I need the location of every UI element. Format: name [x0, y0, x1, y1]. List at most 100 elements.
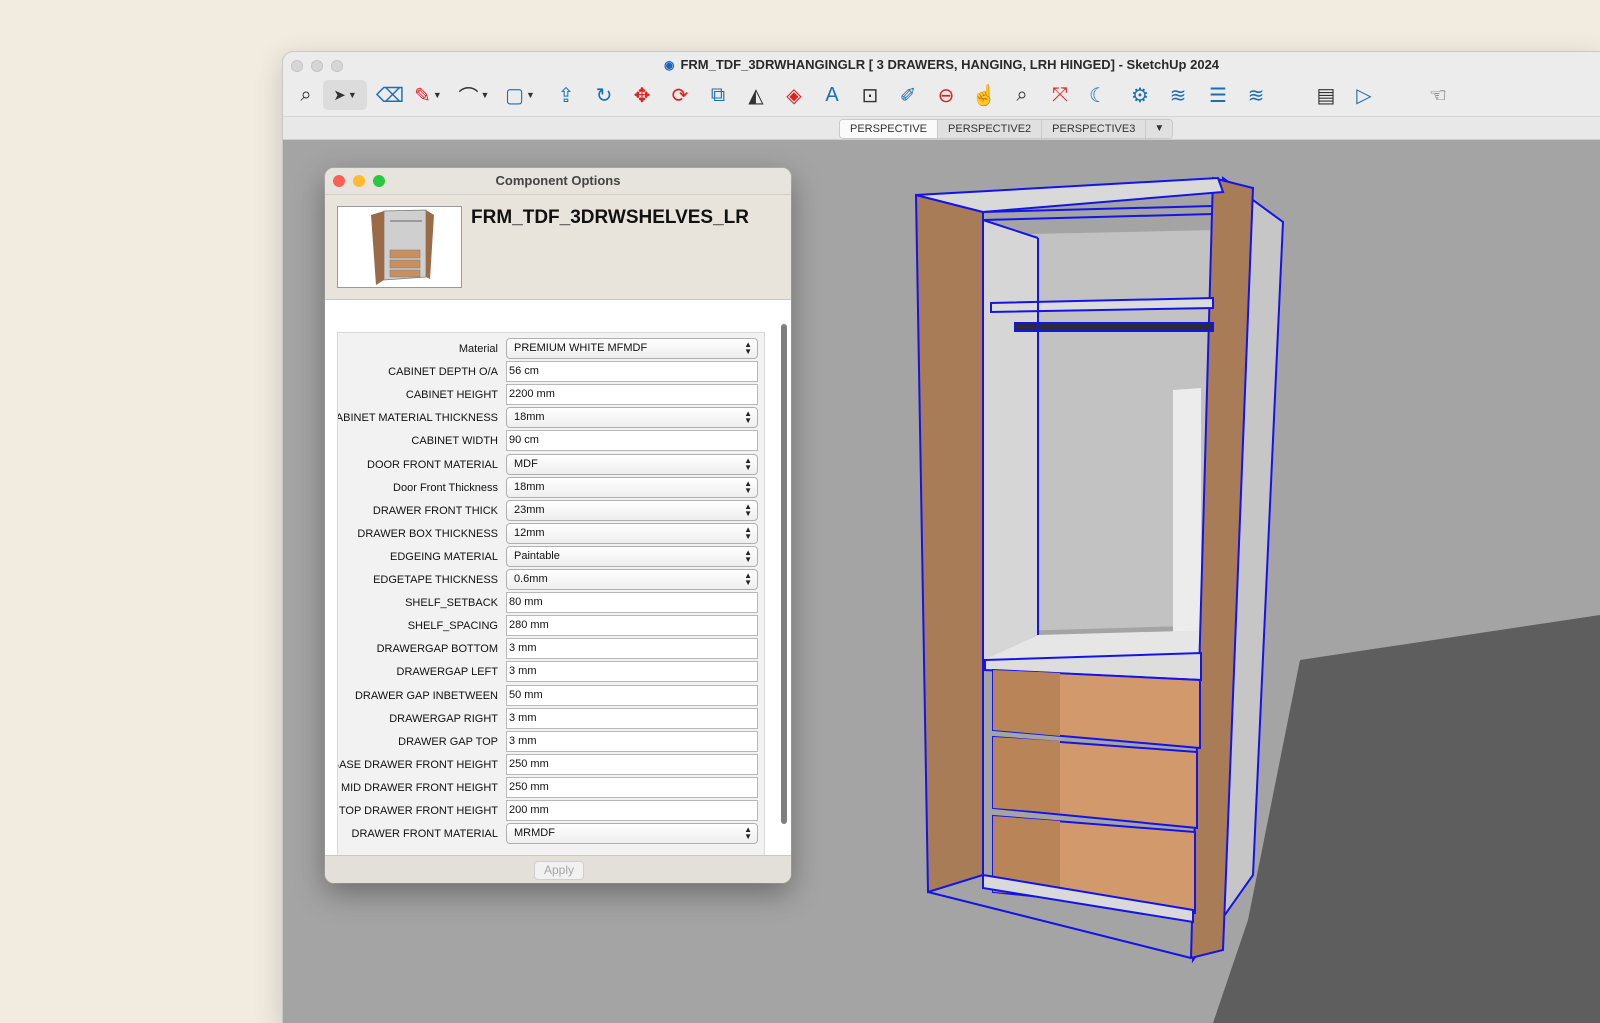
- option-row: BASE DRAWER FRONT HEIGHT 250 mm: [338, 753, 764, 776]
- option-select-value: 18mm: [514, 411, 545, 424]
- section-plane-icon[interactable]: ⊖: [931, 80, 961, 110]
- option-input[interactable]: 56 cm: [506, 361, 758, 383]
- option-label: SHELF_SETBACK: [405, 597, 498, 610]
- zoom-extents-icon[interactable]: ⤧: [1045, 80, 1075, 110]
- tab-perspective3[interactable]: PERSPECTIVE3: [1042, 120, 1147, 138]
- pencil-line-icon[interactable]: ✎ ▼: [413, 80, 443, 110]
- arc-icon[interactable]: ⌒ ▼: [459, 80, 490, 110]
- option-label: EDGETAPE THICKNESS: [373, 574, 498, 586]
- option-row: EDGEING MATERIAL Paintable ▲ ▼: [338, 545, 764, 568]
- dimension-icon[interactable]: ⊡: [855, 80, 885, 110]
- option-label: EDGEING MATERIAL: [390, 550, 498, 563]
- select-tool-button[interactable]: ➤ ▼: [323, 80, 367, 110]
- select-arrow-icon: ➤: [333, 87, 346, 104]
- updown-arrows-icon: ▲ ▼: [744, 409, 752, 426]
- scene-tabs-more-button[interactable]: ▼: [1146, 120, 1172, 138]
- option-input[interactable]: 280 mm: [506, 615, 758, 637]
- option-select[interactable]: 18mm ▲ ▼: [506, 476, 758, 498]
- eraser-icon[interactable]: ⌫: [375, 80, 405, 110]
- solid-tools-icon[interactable]: ≋: [1163, 80, 1193, 110]
- window-title-wrap: ◉ FRM_TDF_3DRWHANGINGLR [ 3 DRAWERS, HANG…: [283, 57, 1600, 72]
- option-select[interactable]: 18mm ▲ ▼: [506, 407, 758, 429]
- updown-arrows-icon: ▲ ▼: [744, 547, 752, 564]
- option-row: CABINET MATERIAL THICKNESS 18mm ▲ ▼: [338, 406, 764, 429]
- chevron-down-icon: ▼: [432, 90, 442, 100]
- panel-icon[interactable]: ▤: [1311, 80, 1341, 110]
- option-row: Door Front Thickness 18mm ▲ ▼: [338, 476, 764, 499]
- option-row: EDGETAPE THICKNESS 0.6mm ▲ ▼: [338, 568, 764, 591]
- option-select[interactable]: Paintable ▲ ▼: [506, 545, 758, 567]
- dialog-header: FRM_TDF_3DRWSHELVES_LR: [325, 195, 791, 300]
- option-row: SHELF_SETBACK 80 mm: [338, 591, 764, 614]
- move-icon[interactable]: ✥: [627, 80, 657, 110]
- window-titlebar: ◉ FRM_TDF_3DRWHANGINGLR [ 3 DRAWERS, HANG…: [283, 52, 1600, 117]
- option-select[interactable]: 23mm ▲ ▼: [506, 499, 758, 521]
- option-select-value: PREMIUM WHITE MFMDF: [514, 342, 648, 354]
- dialog-body: Material PREMIUM WHITE MFMDF ▲ ▼ CABINET DEP…: [325, 300, 791, 855]
- component-thumbnail: [337, 206, 462, 288]
- rotate-icon[interactable]: ⟳: [665, 80, 695, 110]
- option-select-value: MDF: [514, 457, 538, 470]
- chevron-down-icon: ▼: [525, 90, 535, 100]
- scale-icon[interactable]: ⧉: [703, 80, 733, 110]
- push-pull-icon[interactable]: ⇪: [551, 80, 581, 110]
- option-row: TOP DRAWER FRONT HEIGHT 200 mm: [338, 799, 764, 822]
- flip-icon[interactable]: ◭: [741, 80, 771, 110]
- zoom-icon[interactable]: ⌕: [1007, 80, 1037, 110]
- option-row: DOOR FRONT MATERIAL MDF ▲ ▼: [338, 453, 764, 476]
- follow-me-icon[interactable]: ↻: [589, 80, 619, 110]
- scene-tabs-bar: PERSPECTIVE PERSPECTIVE2 PERSPECTIVE3 ▼: [283, 117, 1600, 140]
- option-row: DRAWERGAP BOTTOM 3 mm: [338, 637, 764, 660]
- option-input[interactable]: 3 mm: [506, 730, 758, 752]
- option-select[interactable]: PREMIUM WHITE MFMDF ▲ ▼: [506, 338, 758, 359]
- search-icon[interactable]: ⌕: [291, 80, 321, 110]
- option-input[interactable]: 3 mm: [506, 661, 758, 683]
- option-label: Material: [458, 343, 498, 355]
- paint-bucket-icon[interactable]: ◈: [779, 80, 809, 110]
- hand-icon[interactable]: ☜: [1423, 80, 1453, 110]
- option-select[interactable]: MDF ▲ ▼: [506, 453, 758, 475]
- option-label: BASE DRAWER FRONT HEIGHT: [337, 758, 498, 771]
- option-input[interactable]: 2200 mm: [506, 384, 758, 406]
- component-options-dialog: Component Options FRM_TDF_3DRWSHELVES_LR…: [325, 168, 791, 883]
- sketchup-logo-icon: ◉: [663, 58, 675, 72]
- tab-perspective[interactable]: PERSPECTIVE: [840, 120, 939, 138]
- option-input[interactable]: 3 mm: [506, 707, 758, 729]
- option-label: MID DRAWER FRONT HEIGHT: [340, 781, 498, 794]
- layers-icon[interactable]: ☰: [1203, 80, 1233, 110]
- apply-button[interactable]: Apply: [534, 861, 584, 880]
- text-icon[interactable]: A: [817, 80, 847, 110]
- dialog-footer: Apply: [325, 855, 791, 883]
- option-input[interactable]: 250 mm: [506, 776, 758, 798]
- options-scrollbar[interactable]: [781, 324, 787, 824]
- option-row: DRAWERGAP LEFT 3 mm: [338, 660, 764, 683]
- option-input[interactable]: 50 mm: [506, 684, 758, 706]
- option-label: DRAWERGAP BOTTOM: [376, 643, 498, 656]
- option-select[interactable]: 12mm ▲ ▼: [506, 522, 758, 544]
- option-input[interactable]: 250 mm: [506, 753, 758, 775]
- option-input[interactable]: 80 mm: [506, 592, 758, 614]
- option-label: DRAWER GAP TOP: [398, 735, 498, 748]
- wardrobe-thumbnail-image: [371, 209, 434, 285]
- component-icon[interactable]: ⚙: [1125, 80, 1155, 110]
- tab-perspective2[interactable]: PERSPECTIVE2: [938, 120, 1043, 138]
- option-label: SHELF_SPACING: [407, 620, 498, 633]
- option-label: DRAWER FRONT MATERIAL: [351, 828, 498, 841]
- option-label: TOP DRAWER FRONT HEIGHT: [338, 805, 498, 817]
- option-select[interactable]: MRMDF ▲ ▼: [506, 823, 758, 845]
- option-input[interactable]: 200 mm: [506, 800, 758, 821]
- option-input[interactable]: 90 cm: [506, 430, 758, 452]
- orbit-icon[interactable]: ☾: [1083, 80, 1113, 110]
- option-input[interactable]: 3 mm: [506, 638, 758, 660]
- pan-icon[interactable]: ☝: [969, 80, 999, 110]
- tape-measure-icon[interactable]: ✐: [893, 80, 923, 110]
- option-row: SHELF_SPACING 280 mm: [338, 614, 764, 637]
- rectangle-icon[interactable]: ▢ ▼: [505, 80, 535, 110]
- option-row: Material PREMIUM WHITE MFMDF ▲ ▼: [338, 337, 764, 360]
- option-select[interactable]: 0.6mm ▲ ▼: [506, 569, 758, 590]
- scenes-icon[interactable]: ▷: [1349, 80, 1379, 110]
- option-label: DRAWER BOX THICKNESS: [357, 527, 498, 540]
- option-row: DRAWER FRONT MATERIAL MRMDF ▲ ▼: [338, 822, 764, 845]
- hanging-rail: [1014, 322, 1214, 332]
- outliner-icon[interactable]: ≋: [1241, 80, 1271, 110]
